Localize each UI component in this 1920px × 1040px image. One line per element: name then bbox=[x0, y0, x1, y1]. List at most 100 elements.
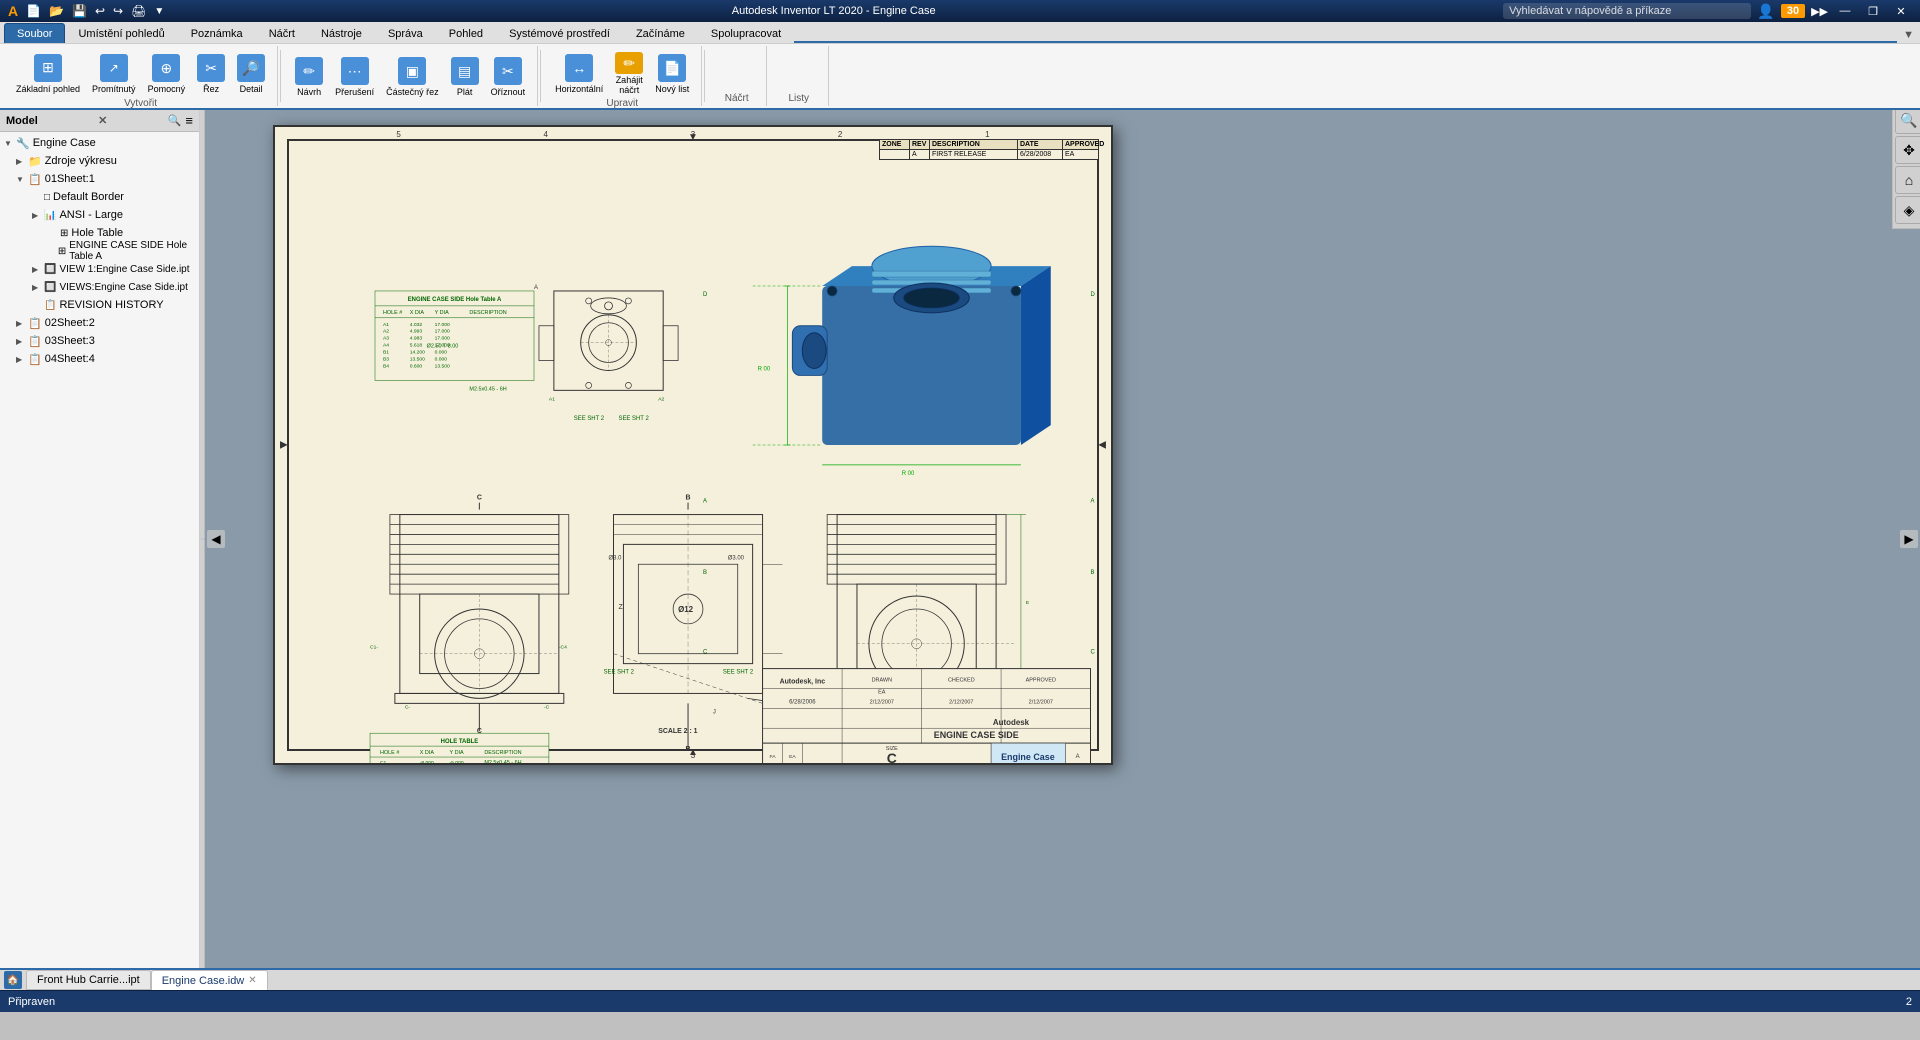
svg-text:ENGINE CASE SIDE Hole Table A: ENGINE CASE SIDE Hole Table A bbox=[408, 297, 502, 303]
tree-item-engine-case[interactable]: 🔧 Engine Case bbox=[0, 134, 199, 152]
svg-text:EA: EA bbox=[878, 689, 886, 695]
restore-button[interactable]: ❐ bbox=[1862, 2, 1884, 20]
svg-text:B: B bbox=[686, 495, 691, 502]
left-panel: Model ✕ 🔍 ≡ 🔧 Engine Case 📁 Zdroje výkre… bbox=[0, 110, 200, 968]
quick-access-undo[interactable]: ↩ bbox=[95, 4, 105, 18]
svg-text:Ø3.0: Ø3.0 bbox=[609, 555, 623, 561]
btn-zakladni-pohled[interactable]: ⊞ Základní pohled bbox=[12, 50, 84, 98]
svg-text:B: B bbox=[1091, 570, 1095, 576]
tree-item-view1[interactable]: 🔲 VIEW 1:Engine Case Side.ipt bbox=[0, 260, 199, 278]
svg-text:X DIA: X DIA bbox=[420, 750, 435, 756]
tab-sys[interactable]: Systémové prostředí bbox=[496, 23, 623, 43]
tab-engine-case[interactable]: Engine Case.idw ✕ bbox=[151, 970, 268, 990]
btn-promitnute[interactable]: ↗ Promítnutý bbox=[88, 50, 140, 98]
svg-text:D: D bbox=[703, 292, 708, 298]
tree-arrow-sheet4 bbox=[16, 354, 28, 365]
btn-detail[interactable]: 🔎 Detail bbox=[233, 50, 269, 98]
tab-spolupracovat[interactable]: Spolupracovat bbox=[698, 23, 794, 43]
svg-text:2/12/2007: 2/12/2007 bbox=[949, 699, 973, 705]
quick-access-redo[interactable]: ↪ bbox=[113, 4, 123, 18]
svg-text:2/12/2007: 2/12/2007 bbox=[1029, 699, 1053, 705]
quick-access-new[interactable]: 📄 bbox=[26, 4, 41, 18]
btn-rez[interactable]: ✂ Řez bbox=[193, 50, 229, 98]
tree-item-views[interactable]: 🔲 VIEWS:Engine Case Side.ipt bbox=[0, 278, 199, 296]
model-tab-close[interactable]: ✕ bbox=[98, 114, 107, 127]
tab-close-engine-case[interactable]: ✕ bbox=[248, 975, 256, 986]
tree-item-zdroje[interactable]: 📁 Zdroje výkresu bbox=[0, 152, 199, 170]
quick-access-print[interactable]: 🖨 bbox=[131, 4, 146, 18]
svg-text:0.600: 0.600 bbox=[410, 363, 423, 369]
btn-novy-list[interactable]: 📄 Nový list bbox=[651, 50, 693, 98]
quick-access-more[interactable]: ▼ bbox=[154, 6, 164, 17]
bottom-center-view: B Ø12 bbox=[604, 495, 783, 753]
tree-item-hole-table-a[interactable]: ⊞ ENGINE CASE SIDE Hole Table A bbox=[0, 242, 199, 260]
btn-zahajit-nacrt[interactable]: ✏ Zahájitnáčrt bbox=[611, 50, 647, 98]
btn-plat[interactable]: ▤ Plát bbox=[447, 53, 483, 101]
status-text: Připraven bbox=[8, 996, 55, 1008]
nav-pan-icon[interactable]: ✥ bbox=[1895, 136, 1920, 164]
tree-arrow-views bbox=[32, 282, 44, 293]
ribbon-group-modify: ✏ Návrh ⋯ Přerušení ▣ Částečný řez ▤ Plá… bbox=[283, 46, 538, 106]
scroll-right-arrow[interactable]: ▶ bbox=[1900, 530, 1918, 548]
expand-icon[interactable]: ▶▶ bbox=[1811, 5, 1828, 18]
btn-castecny-rez[interactable]: ▣ Částečný řez bbox=[382, 53, 443, 101]
search-box[interactable]: Vyhledávat v nápovědě a příkaze bbox=[1503, 3, 1751, 19]
svg-text:C: C bbox=[887, 750, 897, 763]
model-menu-icon[interactable]: ≡ bbox=[185, 113, 193, 128]
ribbon-group-vytvorit: ⊞ Základní pohled ↗ Promítnutý ⊕ Pomocný… bbox=[4, 46, 278, 106]
tab-soubor[interactable]: Soubor bbox=[4, 23, 65, 43]
tree-item-sheet3[interactable]: 📋 03Sheet:3 bbox=[0, 332, 199, 350]
tree-item-sheet2[interactable]: 📋 02Sheet:2 bbox=[0, 314, 199, 332]
tab-pohled[interactable]: Pohled bbox=[436, 23, 496, 43]
svg-text:Autodesk, Inc: Autodesk, Inc bbox=[780, 679, 826, 686]
tab-sprava[interactable]: Správa bbox=[375, 23, 436, 43]
canvas-area[interactable]: ◀ ▶ 54321 54321 ▼ ▲ ▶ ◀ ZONE bbox=[205, 110, 1920, 968]
tab-umisteni[interactable]: Umístění pohledů bbox=[65, 23, 177, 43]
btn-preruseni[interactable]: ⋯ Přerušení bbox=[331, 53, 378, 101]
tree-item-default-border[interactable]: □ Default Border bbox=[0, 188, 199, 206]
svg-text:X DIA: X DIA bbox=[410, 310, 425, 316]
tree-item-revision[interactable]: 📋 REVISION HISTORY bbox=[0, 296, 199, 314]
svg-text:M2.5x0.45 - 6H: M2.5x0.45 - 6H bbox=[469, 386, 506, 392]
view-panel: ↺ 🔍 ✥ ⌂ ◈ bbox=[1892, 110, 1920, 229]
svg-text:C-: C- bbox=[405, 704, 411, 710]
svg-text:A1: A1 bbox=[383, 322, 389, 328]
ribbon-settings[interactable]: ▼ bbox=[1897, 27, 1920, 43]
tab-nastroje[interactable]: Nástroje bbox=[308, 23, 375, 43]
btn-pomocny[interactable]: ⊕ Pomocný bbox=[144, 50, 190, 98]
tab-zacinime[interactable]: Začínáme bbox=[623, 23, 698, 43]
front-view: A1 A2 SEE SHT 2 SEE SHT 2 A bbox=[534, 285, 678, 422]
tree-arrow-engine-case bbox=[4, 138, 16, 149]
tree-arrow-sheet1 bbox=[16, 174, 28, 185]
tab-poznamka[interactable]: Poznámka bbox=[178, 23, 256, 43]
scroll-left-arrow[interactable]: ◀ bbox=[207, 530, 225, 548]
ribbon-tabs-bar: Soubor Umístění pohledů Poznámka Náčrt N… bbox=[0, 22, 1920, 44]
quick-access-open[interactable]: 📂 bbox=[49, 4, 64, 18]
btn-navrh[interactable]: ✏ Návrh bbox=[291, 53, 327, 101]
svg-text:Y DIA: Y DIA bbox=[450, 750, 465, 756]
app-logo-icon: A bbox=[8, 3, 18, 19]
svg-text:Engine Case: Engine Case bbox=[1001, 752, 1055, 762]
svg-text:C1-: C1- bbox=[370, 645, 378, 651]
tab-nacrt[interactable]: Náčrt bbox=[256, 23, 308, 43]
status-bar: Připraven 2 bbox=[0, 990, 1920, 1012]
hole-table-top: ENGINE CASE SIDE Hole Table A HOLE # X D… bbox=[375, 291, 534, 392]
minimize-button[interactable]: — bbox=[1834, 2, 1856, 20]
tree-item-sheet1[interactable]: 📋 01Sheet:1 bbox=[0, 170, 199, 188]
model-search-icon[interactable]: 🔍 bbox=[168, 114, 182, 127]
tree-item-ansi[interactable]: 📊 ANSI - Large bbox=[0, 206, 199, 224]
tree-arrow-sheet2 bbox=[16, 318, 28, 329]
close-button[interactable]: ✕ bbox=[1890, 2, 1912, 20]
nav-face-icon[interactable]: ◈ bbox=[1895, 196, 1920, 224]
home-tab-icon[interactable]: 🏠 bbox=[4, 971, 22, 989]
btn-horizontal[interactable]: ↔ Horizontální bbox=[551, 50, 607, 98]
drawing-sheet: 54321 54321 ▼ ▲ ▶ ◀ ZONE REV DESCRIPTION… bbox=[273, 125, 1113, 765]
btn-oriznout[interactable]: ✂ Oříznout bbox=[487, 53, 530, 101]
tab-front-hub[interactable]: Front Hub Carrie...ipt bbox=[26, 970, 151, 990]
svg-text:4.983: 4.983 bbox=[410, 336, 423, 342]
svg-text:Autodesk: Autodesk bbox=[993, 718, 1030, 727]
tree-item-sheet4[interactable]: 📋 04Sheet:4 bbox=[0, 350, 199, 368]
nav-zoom-icon[interactable]: 🔍 bbox=[1895, 110, 1920, 134]
nav-home-icon[interactable]: ⌂ bbox=[1895, 166, 1920, 194]
quick-access-save[interactable]: 💾 bbox=[72, 4, 87, 18]
